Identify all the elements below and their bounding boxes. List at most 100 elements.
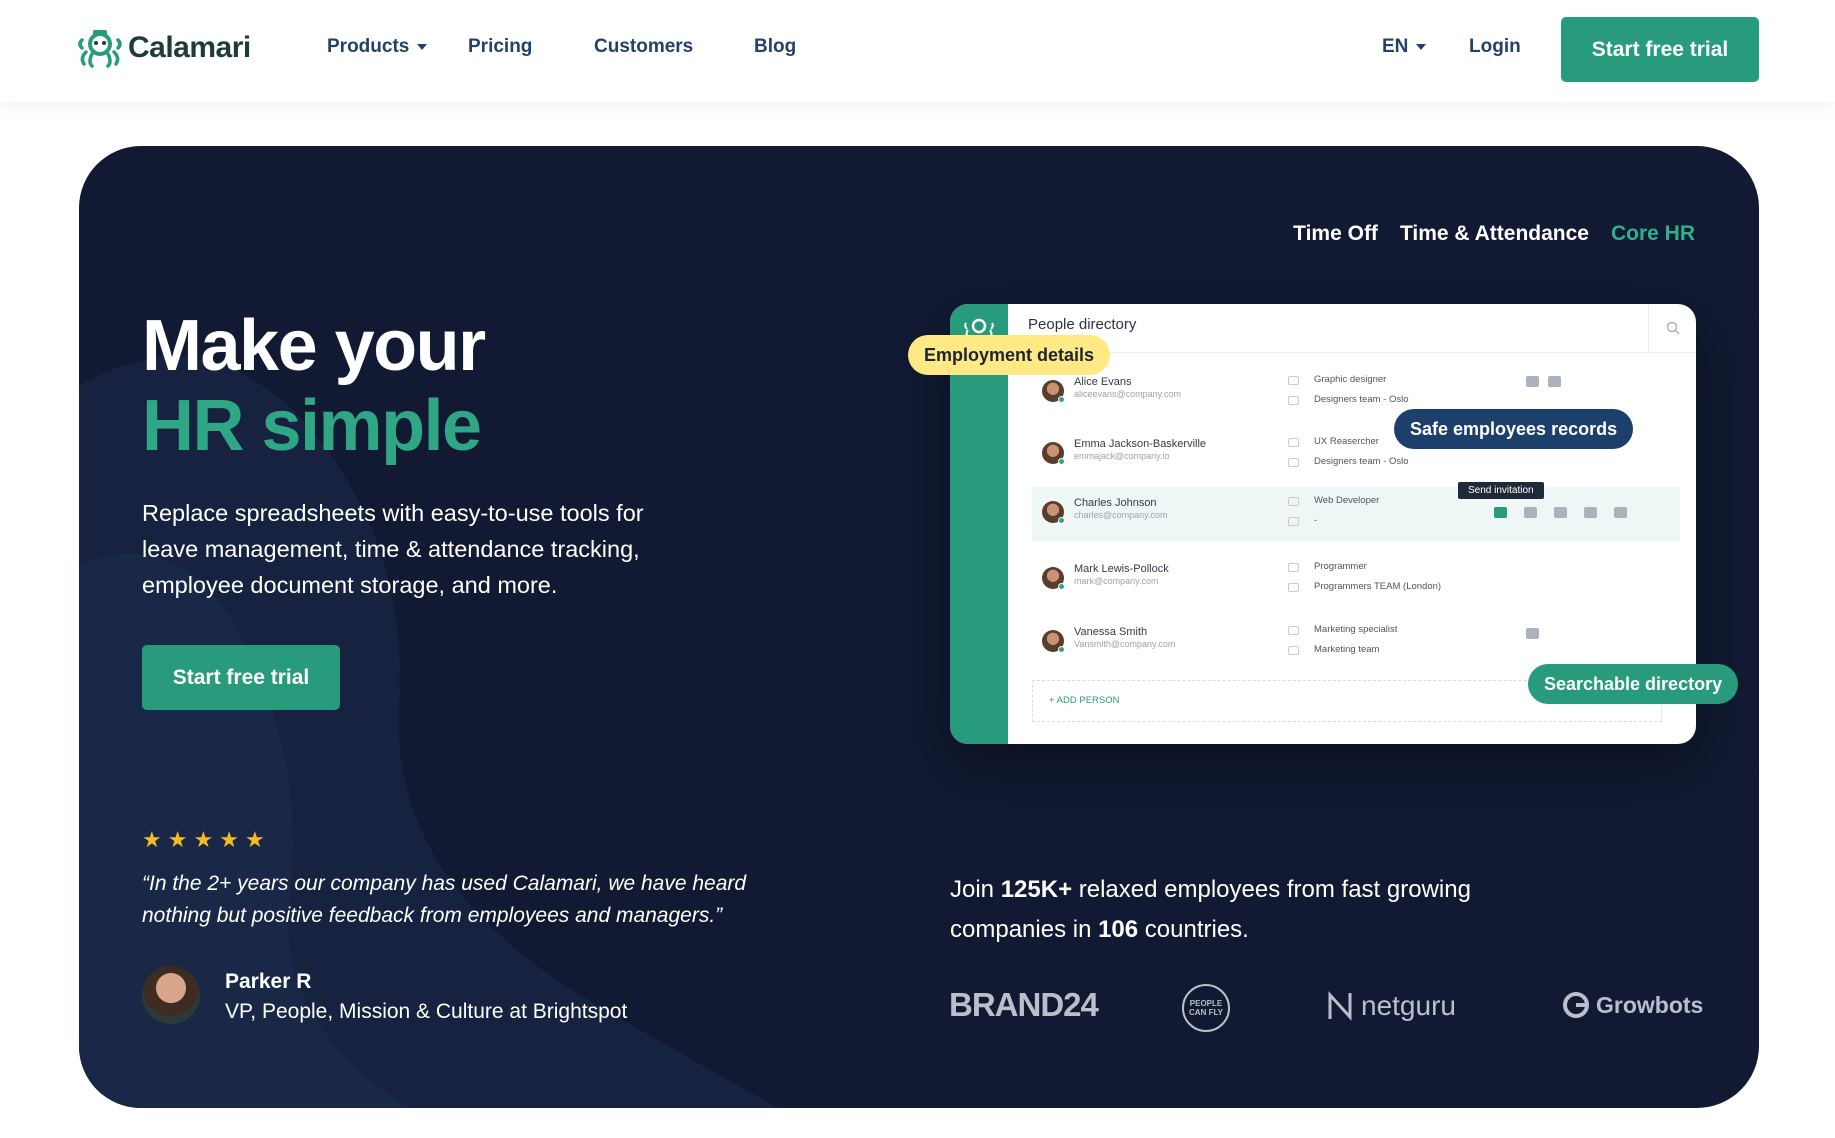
avatar: [1042, 501, 1065, 524]
rating-stars: ★ ★ ★ ★ ★: [142, 829, 265, 851]
person-role: Marketing specialist: [1314, 624, 1398, 635]
document-icon: [1554, 507, 1567, 518]
briefcase-icon: [1288, 376, 1299, 385]
join-prefix: Join: [950, 876, 1001, 903]
tab-core-hr[interactable]: Core HR: [1611, 222, 1695, 246]
hero-section: Time Off Time & Attendance Core HR Make …: [79, 146, 1759, 1108]
avatar: [142, 966, 200, 1024]
action-icon: [1548, 376, 1561, 387]
language-label: EN: [1382, 36, 1409, 57]
language-selector[interactable]: EN: [1382, 36, 1427, 58]
join-suffix: countries.: [1138, 916, 1249, 943]
send-invitation-tooltip: Send invitation: [1458, 482, 1544, 499]
chevron-down-icon: [1416, 44, 1427, 50]
briefcase-icon: [1288, 497, 1299, 506]
action-icon: [1526, 376, 1539, 387]
person-email: aliceevans@company.com: [1074, 389, 1182, 399]
key-icon: [1584, 507, 1597, 518]
brand24-logo: BRAND24: [949, 986, 1099, 1023]
hero-start-trial-button[interactable]: Start free trial: [142, 645, 340, 710]
logo-wordmark: Calamari: [128, 31, 251, 64]
netguru-logo: netguru: [1327, 990, 1456, 1022]
calamari-logo[interactable]: Calamari: [78, 28, 251, 68]
avatar: [1042, 630, 1065, 653]
person-name: Vanessa Smith: [1074, 626, 1148, 638]
person-role: UX Reasercher: [1314, 436, 1379, 447]
person-row: Mark Lewis-Pollock mark@company.com Prog…: [1032, 553, 1680, 607]
growbots-logo: Growbots: [1562, 991, 1703, 1019]
team-icon: [1288, 646, 1299, 655]
person-name: Alice Evans: [1074, 376, 1132, 388]
avatar: [1042, 380, 1065, 403]
person-email: Vansmith@company.com: [1074, 639, 1176, 649]
divider: [1008, 352, 1696, 353]
people-can-fly-logo: PEOPLE CAN FLY: [1182, 984, 1230, 1032]
hero-subtitle: Replace spreadsheets with easy-to-use to…: [142, 500, 644, 598]
team-icon: [1288, 583, 1299, 592]
growbots-mark-icon: [1563, 992, 1589, 1018]
safe-records-badge: Safe employees records: [1394, 409, 1634, 449]
tab-time-off[interactable]: Time Off: [1293, 222, 1378, 246]
mail-icon: [1494, 507, 1507, 518]
testimonial-author: Parker R: [225, 970, 312, 993]
person-role: Web Developer: [1314, 495, 1380, 506]
person-email: mark@company.com: [1074, 576, 1159, 586]
team-icon: [1288, 458, 1299, 467]
site-header: Calamari Products Pricing Customers Blog…: [0, 0, 1835, 102]
team-icon: [1288, 396, 1299, 405]
netguru-mark-icon: [1328, 991, 1352, 1021]
person-email: charles@company.com: [1074, 510, 1168, 520]
employee-count: 125K+: [1000, 876, 1073, 903]
person-name: Emma Jackson-Baskerville: [1074, 438, 1207, 450]
person-team: -: [1314, 515, 1318, 526]
person-team: Marketing team: [1314, 644, 1380, 655]
employment-details-badge: Employment details: [908, 335, 1111, 375]
mockup-title: People directory: [1028, 316, 1137, 333]
person-role: Graphic designer: [1314, 374, 1387, 385]
octopus-logo-icon: [78, 30, 122, 68]
searchable-directory-badge: Searchable directory: [1528, 664, 1739, 704]
nav-products-label: Products: [327, 36, 410, 57]
search-icon: [1648, 304, 1696, 352]
person-name: Mark Lewis-Pollock: [1074, 563, 1169, 575]
netguru-wordmark: netguru: [1361, 990, 1456, 1021]
star-icon: ★: [219, 827, 239, 852]
trash-icon: [1614, 507, 1627, 518]
tab-time-attendance[interactable]: Time & Attendance: [1400, 222, 1589, 246]
product-tabs: Time Off Time & Attendance Core HR: [1293, 222, 1695, 246]
person-row: Vanessa Smith Vansmith@company.com Marke…: [1032, 616, 1680, 670]
person-role: Programmer: [1314, 561, 1367, 572]
hero-title-line2: HR simple: [142, 386, 482, 466]
chevron-down-icon: [417, 44, 428, 50]
briefcase-icon: [1288, 563, 1299, 572]
person-team: Designers team - Oslo: [1314, 394, 1409, 405]
team-icon: [1288, 517, 1299, 526]
person-team: Designers team - Oslo: [1314, 456, 1409, 467]
nav-pricing[interactable]: Pricing: [468, 36, 532, 58]
person-row: Charles Johnson charles@company.com Web …: [1032, 487, 1680, 541]
nav-products[interactable]: Products: [327, 36, 428, 58]
hero-title-line1: Make your: [142, 306, 486, 386]
star-icon: ★: [244, 827, 265, 852]
country-count: 106: [1098, 916, 1139, 943]
avatar: [1042, 442, 1065, 465]
social-proof-text: Join 125K+ relaxed employees from fast g…: [950, 870, 1570, 950]
testimonial-quote: “In the 2+ years our company has used Ca…: [142, 872, 747, 927]
hero-title: Make your HR simple: [142, 306, 486, 466]
star-icon: ★: [142, 827, 162, 852]
star-icon: ★: [193, 827, 214, 852]
briefcase-icon: [1288, 438, 1299, 447]
person-team: Programmers TEAM (London): [1314, 581, 1442, 592]
login-link[interactable]: Login: [1469, 36, 1521, 58]
action-icon: [1526, 628, 1539, 639]
header-start-trial-button[interactable]: Start free trial: [1561, 17, 1759, 82]
growbots-wordmark: Growbots: [1596, 991, 1704, 1018]
invite-icon: [1524, 507, 1537, 518]
star-icon: ★: [167, 827, 188, 852]
avatar: [1042, 567, 1065, 590]
add-person-label: + ADD PERSON: [1049, 695, 1120, 706]
person-name: Charles Johnson: [1074, 497, 1157, 509]
nav-customers[interactable]: Customers: [594, 36, 693, 58]
nav-blog[interactable]: Blog: [754, 36, 796, 58]
testimonial-author-role: VP, People, Mission & Culture at Brights…: [225, 1000, 628, 1023]
